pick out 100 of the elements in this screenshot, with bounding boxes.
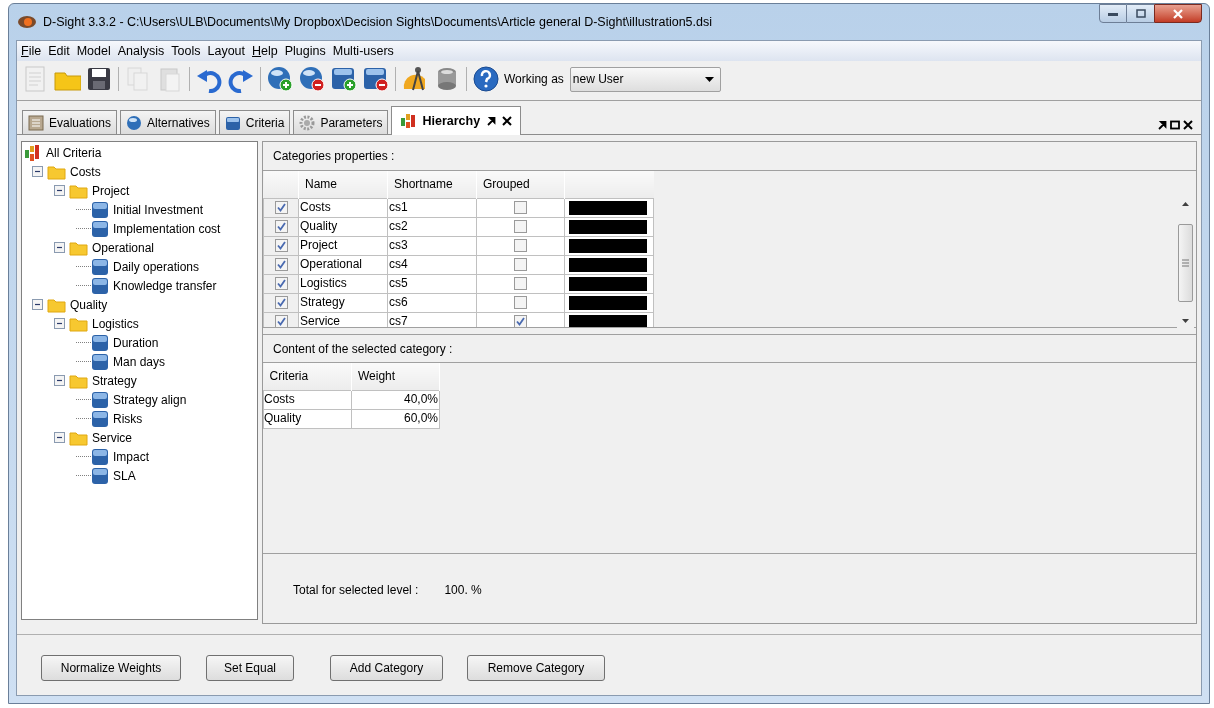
checkbox[interactable] [275,239,288,252]
maximize-icon[interactable] [1170,120,1180,130]
tree-item[interactable]: Operational [92,238,155,257]
collapse-icon[interactable] [54,375,65,386]
square-plus-icon[interactable] [330,65,358,93]
sphere-plus-icon[interactable] [266,65,294,93]
checkbox[interactable] [514,220,527,233]
column-header[interactable]: Grouped [476,171,565,198]
tree-item[interactable]: Implementation cost [113,219,221,238]
tree-item[interactable]: All Criteria [46,143,102,162]
app-logo-icon [17,14,37,30]
sphere-minus-icon[interactable] [298,65,326,93]
close-icon[interactable] [1183,120,1193,130]
caret-icon [704,76,714,82]
color-swatch[interactable] [569,257,647,272]
tree-item[interactable]: Duration [113,333,159,352]
collapse-icon[interactable] [54,432,65,443]
column-header[interactable]: Shortname [387,171,477,198]
square-icon [224,114,241,131]
collapse-icon[interactable] [54,185,65,196]
close-icon[interactable] [502,116,513,126]
window-title: D-Sight 3.3.2 - C:\Users\ULB\Documents\My Dropbox\Decision Sights\Documents\Article general D-Sight\illustration5.dsi [43,13,712,31]
menu-item[interactable]: Tools [171,41,201,61]
minimize-icon [1108,11,1118,16]
criterion-icon [91,466,109,485]
action-button[interactable]: Normalize Weights [41,655,181,681]
tree-item[interactable]: Knowledge transfer [113,276,217,295]
column-header[interactable]: Criteria [263,363,352,390]
checkbox[interactable] [514,296,527,309]
tree-item[interactable]: SLA [113,466,136,485]
tab[interactable]: Hierarchy [391,106,522,135]
action-button[interactable]: Remove Category [467,655,605,681]
help-icon[interactable] [472,65,500,93]
tab[interactable]: Evaluations [22,110,118,134]
checkbox[interactable] [275,277,288,290]
checkbox[interactable] [514,239,527,252]
tab[interactable]: Alternatives [120,110,216,134]
tree-item[interactable]: Service [92,428,132,447]
collapse-icon[interactable] [54,242,65,253]
minimize-button[interactable] [1099,4,1127,23]
criterion-icon [91,276,109,295]
gear-icon [299,114,316,131]
tree-item[interactable]: Impact [113,447,149,466]
criterion-icon [91,219,109,238]
menu-item[interactable]: Layout [207,41,245,61]
criterion-icon [91,352,109,371]
square-minus-icon[interactable] [362,65,390,93]
tree-item[interactable]: Man days [113,352,166,371]
tree-item[interactable]: Quality [70,295,108,314]
tab[interactable]: Parameters [293,110,389,134]
checkbox[interactable] [514,201,527,214]
total-label: Total for selected level : [293,581,419,599]
collapse-icon[interactable] [32,299,43,310]
checkbox[interactable] [275,220,288,233]
tree-item[interactable]: Initial Investment [113,200,204,219]
user-dropdown[interactable]: new User [569,66,721,92]
section-title: Content of the selected category : [273,340,453,358]
color-swatch[interactable] [569,200,647,215]
close-button[interactable] [1154,4,1202,23]
tree-item[interactable]: Logistics [92,314,139,333]
tree-item[interactable]: Project [92,181,130,200]
action-button[interactable]: Add Category [330,655,443,681]
tree-item[interactable]: Risks [113,409,143,428]
checkbox[interactable] [514,315,527,327]
criterion-icon [91,200,109,219]
menu-item[interactable]: Analysis [117,41,165,61]
checkbox[interactable] [275,315,288,327]
collapse-icon[interactable] [54,318,65,329]
color-swatch[interactable] [569,314,647,327]
menu-item[interactable]: Model [76,41,111,61]
color-swatch[interactable] [569,276,647,291]
tree-item[interactable]: Strategy [92,371,137,390]
checkbox[interactable] [275,258,288,271]
collapse-icon[interactable] [32,166,43,177]
color-swatch[interactable] [569,219,647,234]
menu-item[interactable]: File [21,41,42,61]
undock-icon[interactable] [1157,120,1167,130]
menu-item[interactable]: Multi-users [332,41,394,61]
checkbox[interactable] [514,277,527,290]
table-cell: Costs [298,198,388,217]
menu-item[interactable]: Edit [48,41,70,61]
scrollbar-thumb[interactable] [1178,223,1193,302]
hierarchy-icon [400,113,417,129]
criterion-icon [91,409,109,428]
color-swatch[interactable] [569,238,647,253]
checkbox[interactable] [275,201,288,214]
tree-item[interactable]: Costs [70,162,101,181]
tab[interactable]: Criteria [218,110,291,134]
action-button[interactable]: Set Equal [206,655,294,681]
maximize-button[interactable] [1127,4,1154,23]
menu-item[interactable]: Plugins [284,41,326,61]
checkbox[interactable] [275,296,288,309]
tree-item[interactable]: Strategy align [113,390,187,409]
undock-icon[interactable] [486,116,497,126]
column-header[interactable]: Weight [351,363,440,390]
checkbox[interactable] [514,258,527,271]
color-swatch[interactable] [569,295,647,310]
column-header[interactable]: Name [298,171,388,198]
menu-item[interactable]: Help [252,41,278,61]
tree-item[interactable]: Daily operations [113,257,200,276]
